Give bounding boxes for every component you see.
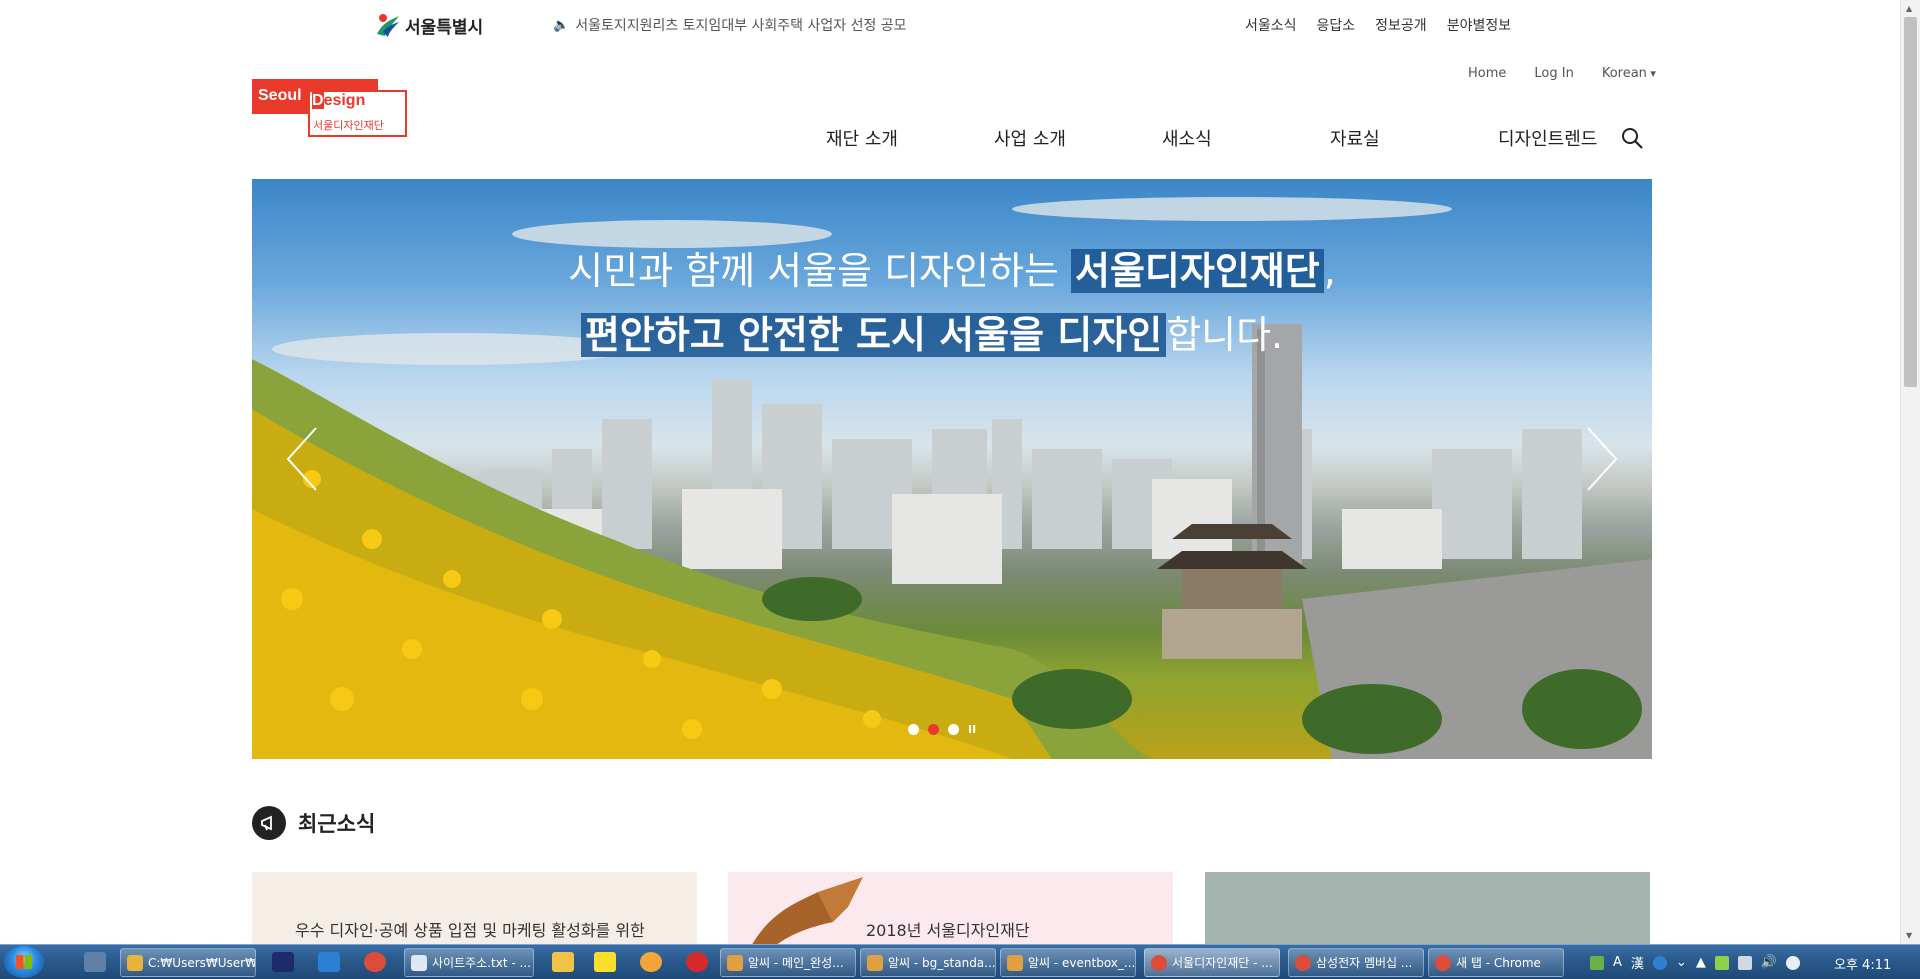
chrome-icon[interactable] (364, 952, 386, 972)
utility-bar: 서울특별시 🔈 서울토지지원리츠 토지임대부 사회주택 사업자 선정 공모 서울… (0, 0, 1900, 50)
task-alsee-3[interactable]: 알씨 - eventbox_... (1000, 948, 1136, 977)
news-card-title: 우수 디자인·공예 상품 입점 및 마케팅 활성화를 위한 (295, 921, 645, 940)
tray-expand-icon[interactable]: ▲ (1696, 955, 1706, 970)
help-icon[interactable] (1652, 955, 1667, 970)
chrome-icon (1151, 954, 1167, 971)
photoshop-icon[interactable] (272, 952, 294, 972)
eraser-icon[interactable] (1714, 955, 1729, 970)
megaphone-icon (252, 806, 286, 840)
tray-options-icon[interactable]: ⌄ (1676, 955, 1687, 970)
seoul-city-logo[interactable]: 서울특별시 (375, 12, 483, 38)
task-notepad[interactable]: 사이트주소.txt - ... (404, 948, 534, 977)
chevron-left-icon (286, 427, 317, 491)
start-button[interactable] (4, 946, 44, 978)
home-link[interactable]: Home (1468, 66, 1506, 81)
chrome-icon (1435, 954, 1451, 971)
link-field-info[interactable]: 분야별정보 (1447, 15, 1511, 35)
browser-page: 서울특별시 🔈 서울토지지원리츠 토지임대부 사회주택 사업자 선정 공모 서울… (0, 0, 1920, 979)
network-icon[interactable] (1737, 955, 1752, 970)
slider-next-button[interactable] (1582, 424, 1622, 494)
seoul-logo-text: 서울특별시 (405, 17, 484, 38)
hero-line-1: 시민과 함께 서울을 디자인하는 서울디자인재단, (568, 249, 1336, 293)
nav-item-archive[interactable]: 자료실 (1330, 125, 1498, 151)
task-chrome-new-tab[interactable]: 새 탭 - Chrome (1428, 948, 1564, 977)
slider-pagination: II (908, 723, 976, 736)
task-alsee-1[interactable]: 알씨 - 메인_완성... (720, 948, 856, 977)
notepad-icon (411, 954, 427, 971)
news-card-title: 2018년 서울디자인재단 (866, 921, 1030, 940)
slider-dot-3[interactable] (948, 724, 959, 735)
ie-icon[interactable] (318, 952, 340, 972)
main-visual-slider[interactable]: 시민과 함께 서울을 디자인하는 서울디자인재단, 편안하고 안전한 도시 서울… (252, 179, 1652, 759)
search-button[interactable] (1620, 126, 1644, 150)
link-eungdapso[interactable]: 응답소 (1317, 15, 1356, 35)
folder-icon (127, 954, 143, 971)
kakaotalk-icon[interactable] (594, 952, 616, 972)
alsee-icon (1007, 954, 1023, 971)
slider-prev-button[interactable] (282, 424, 322, 494)
news-card-1[interactable]: 우수 디자인·공예 상품 입점 및 마케팅 활성화를 위한 (252, 872, 697, 952)
windows-taskbar: C:₩Users₩User₩... 사이트주소.txt - ... 알씨 - 메… (0, 944, 1920, 979)
recent-news-title: 최근소식 (298, 812, 376, 836)
member-links: Home Log In Korean (1468, 66, 1656, 81)
link-seoul-news[interactable]: 서울소식 (1245, 15, 1297, 35)
chrome-icon (1295, 954, 1311, 971)
app-icon[interactable] (640, 952, 662, 972)
task-chrome-samsung[interactable]: 삼성전자 멤버십 ... (1288, 948, 1424, 977)
hero-slogan: 시민과 함께 서울을 디자인하는 서울디자인재단, 편안하고 안전한 도시 서울… (252, 239, 1652, 367)
scroll-up-icon[interactable]: ▲ (1906, 4, 1912, 13)
volume-icon[interactable]: 🔊 (1761, 955, 1777, 970)
recent-news-header: 최근소식 (252, 806, 375, 840)
news-card-3[interactable] (1205, 872, 1650, 952)
city-links: 서울소식 응답소 정보공개 분야별정보 (1245, 15, 1511, 35)
scrollbar-thumb[interactable] (1904, 17, 1917, 387)
nav-item-business[interactable]: 사업 소개 (994, 125, 1162, 151)
ribbon-image (748, 877, 863, 952)
opera-icon[interactable] (686, 952, 708, 972)
nav-item-about[interactable]: 재단 소개 (826, 125, 994, 151)
task-explorer[interactable]: C:₩Users₩User₩... (120, 948, 256, 977)
slider-dot-2[interactable] (928, 724, 939, 735)
notice-text: 서울토지지원리츠 토지임대부 사회주택 사업자 선정 공모 (575, 18, 907, 34)
hanja-indicator[interactable]: 漢 (1631, 953, 1644, 972)
page-scrollbar[interactable]: ▲ ▼ (1900, 0, 1920, 944)
alsee-icon (867, 954, 883, 971)
scroll-down-icon[interactable]: ▼ (1906, 931, 1912, 940)
slider-pause-button[interactable]: II (968, 723, 976, 736)
seoul-symbol-icon (375, 12, 401, 38)
speaker-icon: 🔈 (553, 17, 570, 33)
language-select[interactable]: Korean (1602, 66, 1656, 81)
ime-tool-icon[interactable] (1590, 955, 1604, 970)
clock[interactable]: 오후 4:11 (1834, 954, 1891, 973)
logo-word-design: Design (312, 92, 366, 109)
nav-item-news[interactable]: 새소식 (1162, 125, 1330, 151)
chevron-right-icon (1587, 427, 1618, 491)
main-nav: 재단 소개 사업 소개 새소식 자료실 디자인트렌드 (826, 125, 1666, 151)
news-card-2[interactable]: 2018년 서울디자인재단 (728, 872, 1173, 952)
seoul-design-logo[interactable]: Seoul Design 서울디자인재단 (252, 79, 407, 137)
ime-mode-indicator[interactable]: A (1613, 955, 1622, 970)
show-desktop-icon[interactable] (84, 952, 106, 972)
link-info-disclosure[interactable]: 정보공개 (1375, 15, 1427, 35)
notice-ticker[interactable]: 🔈 서울토지지원리츠 토지임대부 사회주택 사업자 선정 공모 (553, 15, 907, 35)
login-link[interactable]: Log In (1534, 66, 1573, 81)
cloud-icon[interactable] (1786, 955, 1801, 970)
hero-line-2: 편안하고 안전한 도시 서울을 디자인 합니다. (252, 303, 1652, 367)
alsee-icon (727, 954, 743, 971)
logo-word-seoul: Seoul (258, 87, 302, 104)
task-chrome-seoul-design[interactable]: 서울디자인재단 - ... (1144, 948, 1280, 977)
file-explorer-icon[interactable] (552, 952, 574, 972)
task-alsee-2[interactable]: 알씨 - bg_standa... (860, 948, 996, 977)
search-icon (1622, 128, 1643, 149)
logo-sub-text: 서울디자인재단 (313, 119, 384, 132)
slider-dot-1[interactable] (908, 724, 919, 735)
